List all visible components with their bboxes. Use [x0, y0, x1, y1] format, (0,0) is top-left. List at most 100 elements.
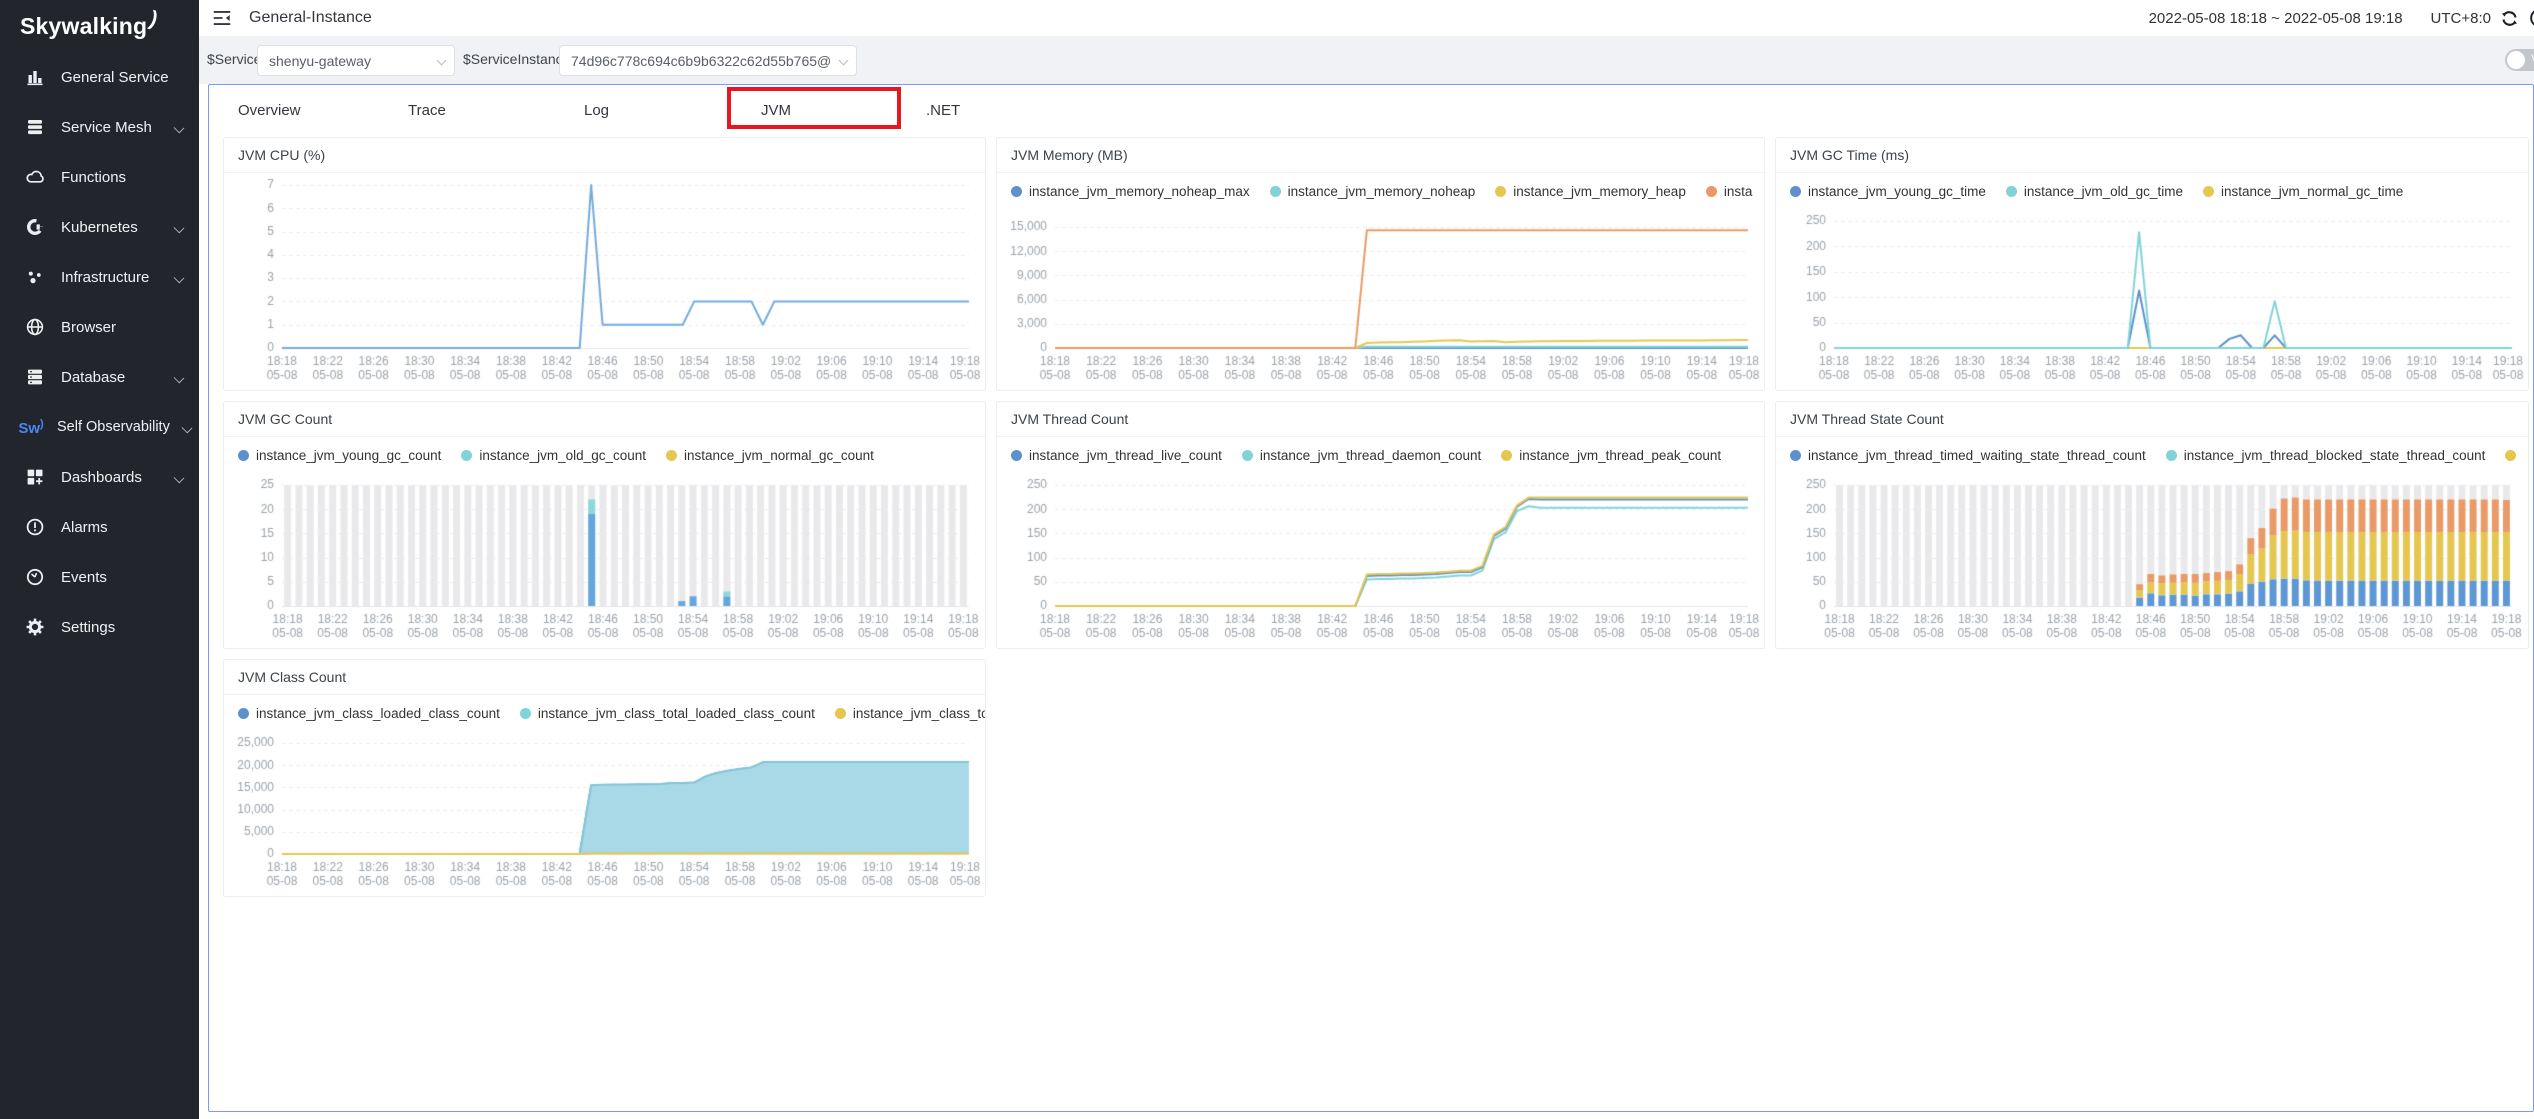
legend-item[interactable]: instance_jvm_memory_noheap — [1270, 184, 1476, 199]
time-range[interactable]: 2022-05-08 18:18 ~ 2022-05-08 19:18 — [2149, 10, 2403, 27]
legend-item[interactable]: instance_jvm_thread_daemon_count — [1242, 448, 1481, 463]
tab-overview[interactable]: Overview — [238, 91, 301, 131]
legend-label: instance_jvm_young_gc_count — [256, 448, 441, 463]
legend-item[interactable]: instance_jvm_thread_peak_count — [1501, 448, 1721, 463]
sidebar-item-events[interactable]: Events — [0, 552, 199, 602]
sidebar-item-self-observability[interactable]: Sw)Self Observability — [0, 402, 199, 452]
chevron-down-icon — [182, 423, 193, 434]
sidebar-item-database[interactable]: Database — [0, 352, 199, 402]
legend-item[interactable]: instance_jvm_thread_timed_waiting_state_… — [1790, 448, 2146, 463]
alert-icon — [24, 517, 46, 537]
legend-item[interactable]: instance_jvm_thread_blocked_state_thread… — [2166, 448, 2486, 463]
instance-label: $ServiceInstance — [463, 51, 570, 67]
database-icon — [24, 367, 46, 387]
sidebar-item-label: Alarms — [61, 519, 108, 536]
chart-plot-jvm-thread-state-count[interactable] — [1776, 473, 2528, 648]
sidebar-item-browser[interactable]: Browser — [0, 302, 199, 352]
sidebar-item-label: Settings — [61, 619, 115, 636]
legend-label: instance_jvm_thread_live_count — [1029, 448, 1222, 463]
sidebar-item-general-service[interactable]: General Service — [0, 52, 199, 102]
legend-dot-icon — [2505, 450, 2516, 461]
chart-legend: instance_jvm_thread_timed_waiting_state_… — [1776, 437, 2528, 473]
chart-plot-jvm-thread-count[interactable] — [997, 473, 1764, 648]
legend-item[interactable]: instance_jvm_normal_gc_time — [2203, 184, 2403, 199]
toggle-knob — [2507, 51, 2525, 69]
legend-item[interactable]: instance_jvm_old_gc_count — [461, 448, 646, 463]
legend-item[interactable]: instance_jvm_young_gc_time — [1790, 184, 1986, 199]
legend-item[interactable]: insta — [1706, 184, 1753, 199]
kubernetes-icon — [24, 217, 46, 237]
tab-jvm[interactable]: JVM — [761, 91, 791, 131]
legend-item[interactable]: instance_jvm_class_to — [835, 706, 985, 721]
service-select[interactable]: shenyu-gateway — [257, 45, 455, 76]
legend-dot-icon — [1790, 186, 1801, 197]
legend-item[interactable]: instance_jvm_young_gc_count — [238, 448, 441, 463]
sidebar-item-label: Database — [61, 369, 125, 386]
bar-chart-icon — [24, 67, 46, 87]
refresh-icon[interactable] — [2499, 8, 2520, 29]
logo-text: Skywalking — [20, 13, 147, 40]
legend-label: instance_jvm_class_total_loaded_class_co… — [538, 706, 815, 721]
legend-label: instance_jvm_thread_peak_count — [1519, 448, 1721, 463]
legend-label: instance_jvm_memory_heap — [1513, 184, 1686, 199]
skywalking-app: Skywalking ) General Service Service Mesh… — [0, 0, 2534, 1119]
layers-icon — [24, 117, 46, 137]
clock-icon[interactable] — [2524, 7, 2534, 29]
chart-plot-jvm-gc-count[interactable] — [224, 473, 985, 648]
legend-dot-icon — [520, 708, 531, 719]
chart-plot-jvm-memory-mb-[interactable] — [997, 209, 1764, 390]
chart-plot-jvm-cpu-[interactable] — [224, 173, 985, 390]
timezone-label[interactable]: UTC+8:0 — [2431, 10, 2491, 27]
chart-legend: instance_jvm_class_loaded_class_count ins… — [224, 695, 985, 731]
sidebar-item-label: Functions — [61, 169, 126, 186]
chevron-down-icon — [174, 273, 185, 284]
legend-item[interactable]: instance_jvm_old_gc_time — [2006, 184, 2183, 199]
legend-dot-icon — [666, 450, 677, 461]
sidebar-item-alarms[interactable]: Alarms — [0, 502, 199, 552]
legend-label: instance_jvm_thread_blocked_state_thread… — [2184, 448, 2486, 463]
chart-card-jvm-thread-count: JVM Thread Countinstance_jvm_thread_live… — [996, 401, 1765, 649]
chart-title: JVM GC Time (ms) — [1776, 138, 2528, 173]
legend-item[interactable]: instance_jvm_class_loaded_class_count — [238, 706, 500, 721]
legend-item[interactable]: instance_jvm_thread_live_count — [1011, 448, 1222, 463]
chart-plot-jvm-class-count[interactable] — [224, 731, 985, 896]
sidebar-item-kubernetes[interactable]: Kubernetes — [0, 202, 199, 252]
tab-log[interactable]: Log — [584, 91, 609, 131]
jvm-tab-highlight-box — [727, 87, 901, 129]
legend-item[interactable] — [2505, 450, 2523, 461]
chart-plot-jvm-gc-time-ms-[interactable] — [1776, 209, 2528, 390]
sidebar-item-label: Service Mesh — [61, 119, 152, 136]
legend-label: instance_jvm_old_gc_count — [479, 448, 646, 463]
sidebar-item-dashboards[interactable]: Dashboards — [0, 452, 199, 502]
sidebar-item-service-mesh[interactable]: Service Mesh — [0, 102, 199, 152]
sidebar-item-label: Kubernetes — [61, 219, 138, 236]
top-header: General-Instance 2022-05-08 18:18 ~ 2022… — [199, 0, 2534, 36]
chevron-down-icon — [437, 56, 447, 66]
legend-dot-icon — [2006, 186, 2017, 197]
tab--net[interactable]: .NET — [926, 91, 960, 131]
legend-item[interactable]: instance_jvm_class_total_loaded_class_co… — [520, 706, 815, 721]
chart-title: JVM Memory (MB) — [997, 138, 1764, 173]
legend-dot-icon — [238, 450, 249, 461]
legend-label: instance_jvm_thread_daemon_count — [1260, 448, 1481, 463]
menu-fold-icon[interactable] — [211, 7, 233, 29]
service-label: $Service — [207, 51, 261, 67]
chevron-down-icon — [174, 373, 185, 384]
sidebar-item-settings[interactable]: Settings — [0, 602, 199, 652]
sidebar: Skywalking ) General Service Service Mesh… — [0, 0, 199, 1119]
instance-select[interactable]: 74d96c778c694c6b9b6322c62d55b765@192.168 — [559, 45, 857, 76]
sidebar-item-label: General Service — [61, 69, 169, 86]
legend-dot-icon — [1242, 450, 1253, 461]
legend-item[interactable]: instance_jvm_memory_noheap_max — [1011, 184, 1250, 199]
chevron-down-icon — [174, 123, 185, 134]
legend-item[interactable]: instance_jvm_memory_heap — [1495, 184, 1686, 199]
tab-trace[interactable]: Trace — [408, 91, 446, 131]
legend-dot-icon — [1011, 186, 1022, 197]
skywalking-logo[interactable]: Skywalking ) — [0, 0, 199, 52]
legend-dot-icon — [1501, 450, 1512, 461]
edit-mode-toggle[interactable]: V — [2505, 49, 2534, 71]
sidebar-item-functions[interactable]: Functions — [0, 152, 199, 202]
legend-dot-icon — [1270, 186, 1281, 197]
sidebar-item-infrastructure[interactable]: Infrastructure — [0, 252, 199, 302]
legend-item[interactable]: instance_jvm_normal_gc_count — [666, 448, 874, 463]
